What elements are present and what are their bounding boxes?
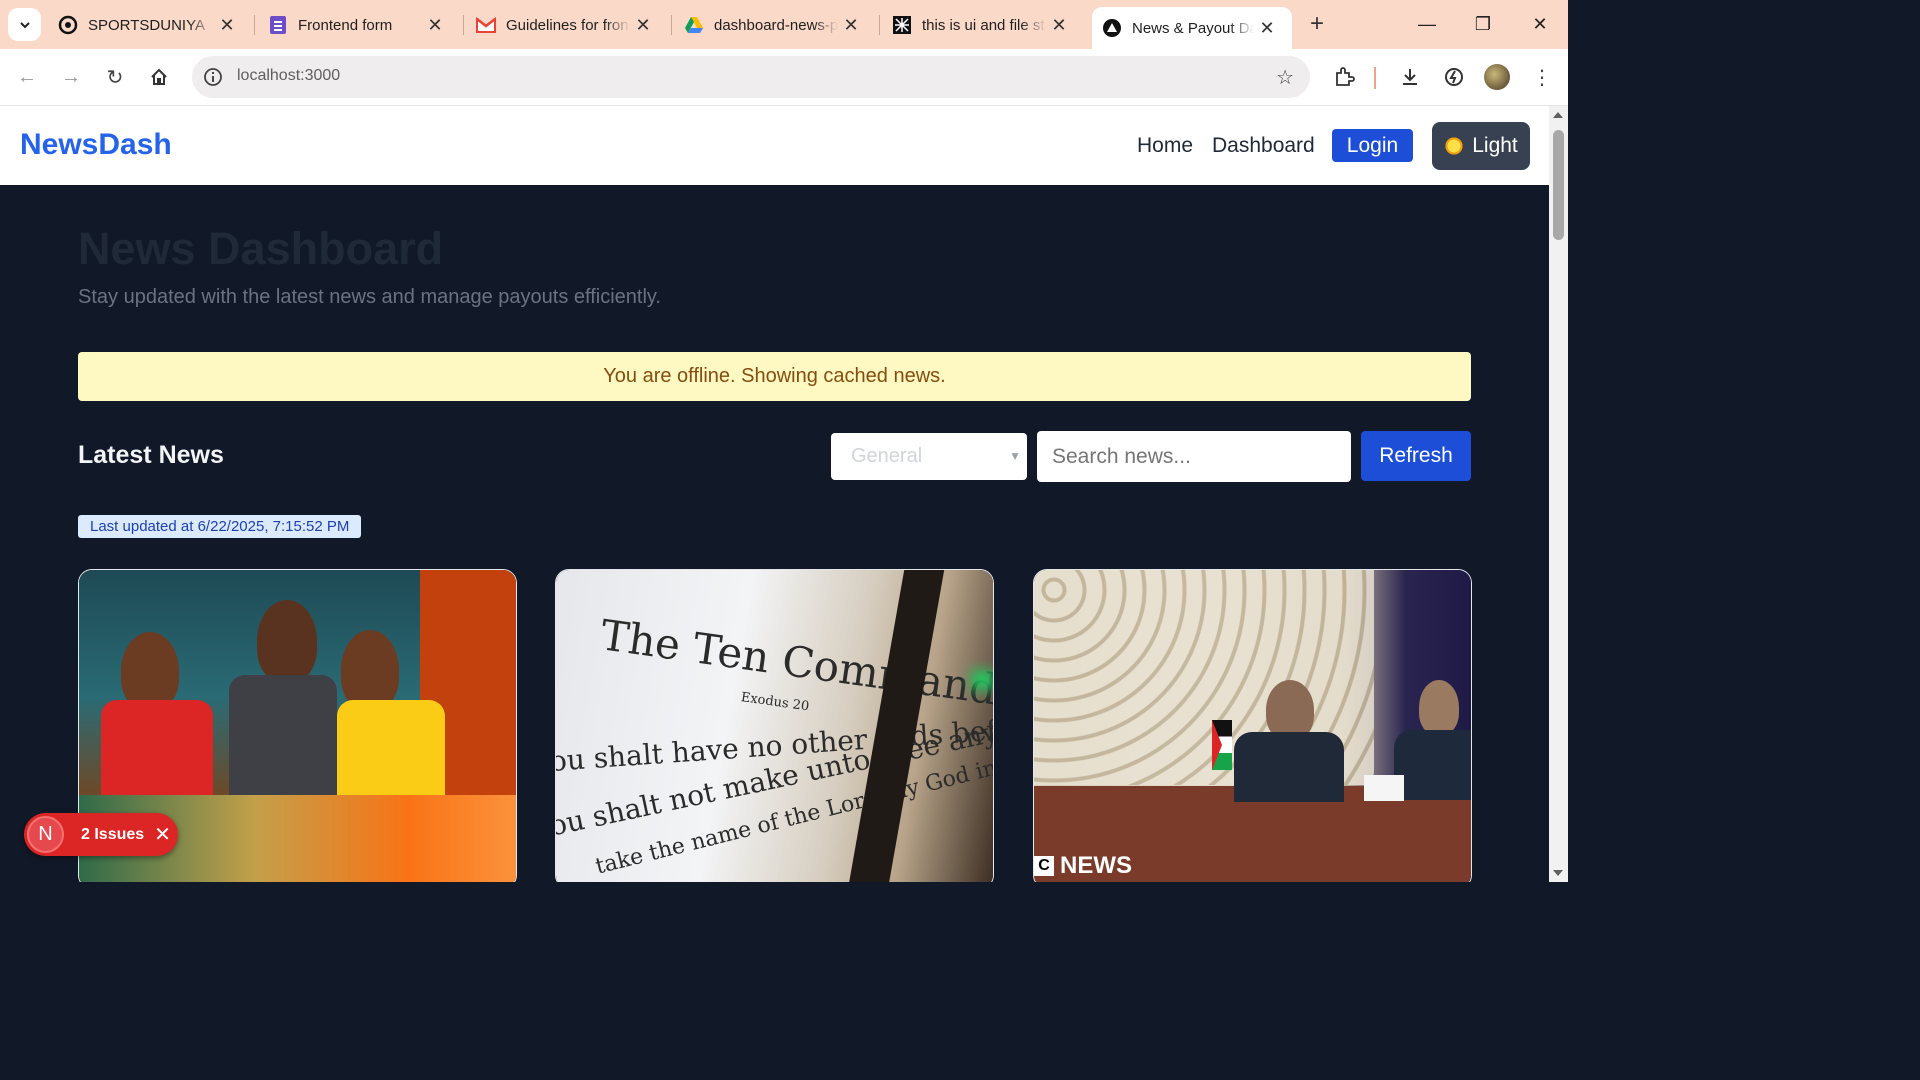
scroll-up-arrow[interactable] bbox=[1553, 112, 1563, 118]
browser-tab[interactable]: Frontend form ✕ bbox=[258, 7, 460, 43]
toolbar-divider bbox=[1374, 67, 1376, 89]
menu-kebab-icon[interactable]: ⋮ bbox=[1528, 63, 1556, 91]
tab-title: Frontend form bbox=[298, 16, 393, 34]
tab-title: dashboard-news-p bbox=[714, 16, 838, 34]
close-tab-icon[interactable]: ✕ bbox=[422, 15, 448, 36]
browser-tab[interactable]: Guidelines for fron ✕ bbox=[466, 7, 668, 43]
browser-tab[interactable]: SPORTSDUNIYA ✕ bbox=[48, 7, 252, 43]
browser-toolbar: ← → ↻ localhost:3000 ☆ ⋮ bbox=[0, 49, 1568, 106]
offline-banner: You are offline. Showing cached news. bbox=[78, 352, 1471, 401]
category-select[interactable]: General ▼ bbox=[831, 433, 1027, 480]
site-info-icon[interactable] bbox=[202, 66, 224, 88]
category-select-value: General bbox=[851, 445, 923, 467]
ten-commandments-image: The Ten Commandments Exodus 20 ou shalt … bbox=[556, 570, 993, 882]
browser-tab-strip: SPORTSDUNIYA ✕ Frontend form ✕ Guideline… bbox=[0, 0, 1568, 49]
tab-search-button[interactable] bbox=[8, 8, 41, 41]
close-tab-icon[interactable]: ✕ bbox=[1254, 18, 1280, 39]
nav-link-home[interactable]: Home bbox=[1137, 134, 1193, 158]
latest-news-heading: Latest News bbox=[78, 441, 224, 469]
profile-avatar[interactable] bbox=[1484, 64, 1510, 90]
browser-tab[interactable]: dashboard-news-p ✕ bbox=[674, 7, 876, 43]
chevron-down-icon: ▼ bbox=[1009, 449, 1021, 463]
browser-tab[interactable]: this is ui and file st ✕ bbox=[882, 7, 1084, 43]
page-subtitle: Stay updated with the latest news and ma… bbox=[78, 286, 661, 308]
extensions-icon[interactable] bbox=[1330, 63, 1358, 91]
sportsduniya-icon bbox=[58, 15, 78, 35]
theme-toggle-button[interactable]: Light bbox=[1432, 122, 1530, 170]
forms-icon bbox=[268, 15, 288, 35]
close-window-button[interactable]: ✕ bbox=[1525, 10, 1555, 40]
gmail-icon bbox=[476, 15, 496, 35]
news-logo: C NEWS bbox=[1034, 852, 1132, 880]
close-icon[interactable]: ✕ bbox=[154, 822, 171, 847]
home-icon[interactable] bbox=[145, 63, 173, 91]
meeting-image: C NEWS bbox=[1034, 570, 1471, 882]
search-news-input[interactable] bbox=[1037, 431, 1351, 482]
vercel-icon bbox=[1102, 18, 1122, 38]
scrollbar-thumb[interactable] bbox=[1553, 130, 1564, 240]
sun-icon bbox=[1444, 136, 1465, 156]
forward-icon[interactable]: → bbox=[57, 63, 85, 91]
issues-badge[interactable]: N 2 Issues ✕ bbox=[24, 813, 178, 856]
minimize-button[interactable]: — bbox=[1412, 10, 1442, 40]
new-tab-button[interactable]: + bbox=[1302, 10, 1332, 40]
site-navbar: NewsDash Home Dashboard Login Light bbox=[0, 106, 1549, 185]
page-title: News Dashboard bbox=[78, 223, 444, 274]
news-card[interactable]: C NEWS bbox=[1033, 569, 1472, 882]
page-scrollbar[interactable] bbox=[1549, 106, 1568, 882]
tab-title: SPORTSDUNIYA bbox=[88, 16, 205, 34]
restore-button[interactable]: ❐ bbox=[1468, 10, 1498, 40]
url-text: localhost:3000 bbox=[237, 67, 341, 84]
address-bar[interactable]: localhost:3000 ☆ bbox=[192, 56, 1310, 98]
download-icon[interactable] bbox=[1396, 63, 1424, 91]
tab-title: Guidelines for fron bbox=[506, 16, 629, 34]
close-tab-icon[interactable]: ✕ bbox=[838, 15, 864, 36]
brand-logo[interactable]: NewsDash bbox=[20, 128, 172, 162]
back-icon[interactable]: ← bbox=[13, 63, 41, 91]
close-tab-icon[interactable]: ✕ bbox=[214, 15, 240, 36]
refresh-button[interactable]: Refresh bbox=[1361, 431, 1471, 481]
tab-title: this is ui and file st bbox=[922, 16, 1045, 34]
drive-icon bbox=[684, 15, 704, 35]
news-card[interactable]: The Ten Commandments Exodus 20 ou shalt … bbox=[555, 569, 994, 882]
bookmark-star-icon[interactable]: ☆ bbox=[1276, 65, 1294, 90]
page-viewport: NewsDash Home Dashboard Login Light News… bbox=[0, 106, 1549, 882]
chevron-down-icon bbox=[19, 21, 30, 28]
issues-label[interactable]: 2 Issues bbox=[81, 826, 144, 844]
close-tab-icon[interactable]: ✕ bbox=[1046, 15, 1072, 36]
close-tab-icon[interactable]: ✕ bbox=[630, 15, 656, 36]
login-button[interactable]: Login bbox=[1332, 129, 1413, 162]
reload-icon[interactable]: ↻ bbox=[101, 63, 129, 91]
tab-title: News & Payout Da bbox=[1132, 19, 1254, 37]
browser-tab-active[interactable]: News & Payout Da ✕ bbox=[1092, 7, 1292, 49]
issues-logo: N bbox=[27, 816, 64, 853]
theme-toggle-label: Light bbox=[1472, 134, 1518, 157]
performance-icon[interactable] bbox=[1440, 63, 1468, 91]
last-updated-badge: Last updated at 6/22/2025, 7:15:52 PM bbox=[78, 515, 362, 538]
grid-app-icon bbox=[892, 15, 912, 35]
scroll-down-arrow[interactable] bbox=[1553, 870, 1563, 876]
nav-link-dashboard[interactable]: Dashboard bbox=[1212, 134, 1315, 158]
